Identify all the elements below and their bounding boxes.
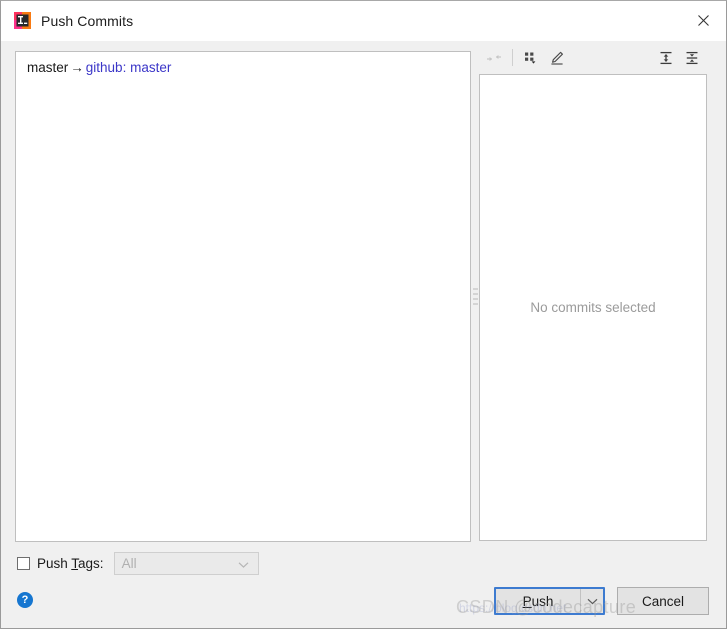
title-bar: Push Commits xyxy=(1,1,726,41)
push-commits-dialog: Push Commits master → github: master No … xyxy=(0,0,727,629)
push-tags-checkbox[interactable] xyxy=(17,557,30,570)
window-title: Push Commits xyxy=(41,12,134,29)
push-tags-select[interactable]: All xyxy=(113,552,259,575)
push-dropdown-button[interactable] xyxy=(581,589,603,613)
branch-spec-row[interactable]: master → github: master xyxy=(16,52,470,77)
footer-buttons: Push Cancel xyxy=(494,587,709,615)
help-icon[interactable]: ? xyxy=(17,592,33,608)
arrow-icon: → xyxy=(70,60,84,75)
commit-details-toolbar xyxy=(479,41,707,74)
intellij-idea-icon xyxy=(14,12,31,29)
push-split-button: Push xyxy=(494,587,605,615)
push-button[interactable]: Push xyxy=(496,589,581,613)
push-tags-label-post: ags: xyxy=(78,556,104,571)
push-label-post: ush xyxy=(531,593,554,609)
commit-details-view[interactable]: No commits selected xyxy=(479,74,707,541)
close-icon[interactable] xyxy=(680,1,726,40)
branch-separator: : xyxy=(122,60,127,75)
local-branch-label: master xyxy=(27,60,69,75)
collapse-selection-icon[interactable] xyxy=(481,45,507,71)
empty-state-message: No commits selected xyxy=(530,300,656,315)
remote-branch-label[interactable]: master xyxy=(130,60,171,75)
commit-details-panel: No commits selected xyxy=(479,41,707,542)
splitter-grip-icon xyxy=(472,288,478,305)
panel-splitter[interactable] xyxy=(471,51,479,542)
push-tags-label-pre: Push xyxy=(37,556,72,571)
push-tags-label: Push Tags: xyxy=(37,556,104,571)
dialog-body: master → github: master No commits selec… xyxy=(1,41,726,584)
push-mnemonic: P xyxy=(522,593,532,609)
cancel-button[interactable]: Cancel xyxy=(617,587,709,615)
dialog-footer: ? Push Cancel xyxy=(1,584,726,628)
toolbar-separator xyxy=(512,49,513,66)
remote-name-label[interactable]: github xyxy=(86,60,123,75)
push-tags-row: Push Tags: All xyxy=(17,552,259,575)
chevron-down-icon xyxy=(238,556,249,571)
push-targets-panel[interactable]: master → github: master xyxy=(15,51,471,542)
push-tags-select-value: All xyxy=(121,556,137,571)
expand-all-icon[interactable] xyxy=(653,45,679,71)
group-by-icon[interactable] xyxy=(518,45,544,71)
collapse-all-icon[interactable] xyxy=(679,45,705,71)
edit-icon[interactable] xyxy=(544,45,570,71)
